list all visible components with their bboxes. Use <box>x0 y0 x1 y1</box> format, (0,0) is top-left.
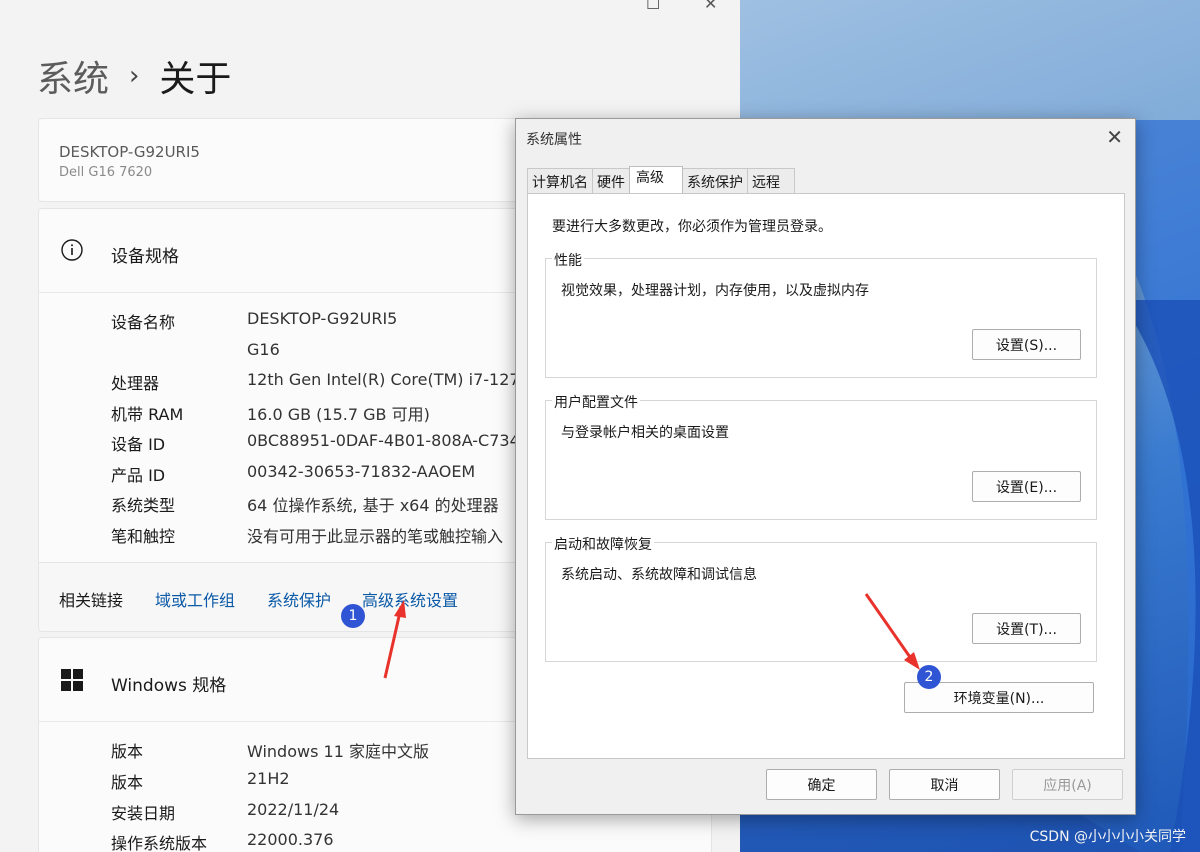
group-description: 视觉效果，处理器计划，内存使用，以及虚拟内存 <box>561 283 869 299</box>
link-domain-workgroup[interactable]: 域或工作组 <box>155 587 235 611</box>
close-icon[interactable]: ✕ <box>704 0 717 13</box>
spec-label: 设备名称 <box>111 313 176 332</box>
link-system-protection[interactable]: 系统保护 <box>267 587 331 611</box>
spec-label: 产品 ID <box>111 466 166 485</box>
annotation-badge-1: 1 <box>341 604 365 628</box>
spec-label: 版本 <box>111 773 144 792</box>
spec-label: 设备 ID <box>111 435 166 454</box>
tab-hardware[interactable]: 硬件 <box>592 168 630 193</box>
user-profiles-settings-button[interactable]: 设置(E)... <box>972 471 1081 502</box>
spec-value: G16 <box>247 340 280 359</box>
device-specs-title: 设备规格 <box>111 247 179 267</box>
user-profiles-group: 用户配置文件 与登录帐户相关的桌面设置 设置(E)... <box>545 392 1097 520</box>
spec-label: 笔和触控 <box>111 527 176 546</box>
spec-value: 没有可用于此显示器的笔或触控输入 <box>247 527 504 546</box>
close-icon[interactable]: ✕ <box>1106 125 1123 149</box>
breadcrumb-separator: › <box>129 61 140 91</box>
annotation-badge-2: 2 <box>917 665 941 689</box>
tab-computer-name[interactable]: 计算机名 <box>527 168 593 193</box>
spec-label: 处理器 <box>111 374 160 393</box>
related-links-label: 相关链接 <box>59 591 124 610</box>
breadcrumb: 系统 › 关于 <box>37 50 231 102</box>
maximize-icon[interactable]: ☐ <box>646 0 660 13</box>
link-advanced-system-settings[interactable]: 高级系统设置 <box>362 587 458 611</box>
page-title: 关于 <box>159 59 232 100</box>
spec-label: 系统类型 <box>111 496 176 515</box>
spec-value: 21H2 <box>247 769 290 788</box>
breadcrumb-system[interactable]: 系统 <box>37 50 109 102</box>
group-title: 性能 <box>552 250 584 270</box>
device-name: DESKTOP-G92URI5 <box>59 143 200 161</box>
spec-value: DESKTOP-G92URI5 <box>247 309 398 328</box>
spec-label: 操作系统版本 <box>111 834 208 852</box>
spec-label: 安装日期 <box>111 804 176 823</box>
group-description: 系统启动、系统故障和调试信息 <box>561 567 757 583</box>
performance-settings-button[interactable]: 设置(S)... <box>972 329 1081 360</box>
ok-button[interactable]: 确定 <box>766 769 877 800</box>
windows-specs-title: Windows 规格 <box>111 676 227 696</box>
tab-remote[interactable]: 远程 <box>747 168 795 193</box>
system-properties-dialog: 系统属性 ✕ 计算机名 硬件 高级 系统保护 远程 要进行大多数更改，你必须作为… <box>515 118 1136 815</box>
spec-label: 机带 RAM <box>111 405 184 424</box>
spec-value: 16.0 GB (15.7 GB 可用) <box>247 405 430 424</box>
admin-notice: 要进行大多数更改，你必须作为管理员登录。 <box>552 219 832 235</box>
spec-value: 64 位操作系统, 基于 x64 的处理器 <box>247 496 499 515</box>
dialog-title: 系统属性 <box>526 132 582 148</box>
windows-logo-icon <box>61 669 83 695</box>
spec-value: 12th Gen Intel(R) Core(TM) i7-12700 <box>247 370 540 389</box>
tab-advanced[interactable]: 高级 <box>629 166 683 194</box>
info-icon <box>61 239 83 265</box>
apply-button[interactable]: 应用(A) <box>1012 769 1123 800</box>
spec-value: 00342-30653-71832-AAOEM <box>247 462 476 481</box>
performance-group: 性能 视觉效果，处理器计划，内存使用，以及虚拟内存 设置(S)... <box>545 250 1097 378</box>
dialog-tabs: 计算机名 硬件 高级 系统保护 远程 <box>527 166 795 194</box>
group-title: 用户配置文件 <box>552 392 640 412</box>
cancel-button[interactable]: 取消 <box>889 769 1000 800</box>
tab-system-protection[interactable]: 系统保护 <box>682 168 748 193</box>
startup-recovery-settings-button[interactable]: 设置(T)... <box>972 613 1081 644</box>
startup-recovery-group: 启动和故障恢复 系统启动、系统故障和调试信息 设置(T)... <box>545 534 1097 662</box>
spec-label: 版本 <box>111 742 144 761</box>
advanced-tab-panel: 要进行大多数更改，你必须作为管理员登录。 性能 视觉效果，处理器计划，内存使用，… <box>527 193 1125 759</box>
spec-value: Windows 11 家庭中文版 <box>247 742 429 761</box>
spec-value: 22000.376 <box>247 830 334 849</box>
group-description: 与登录帐户相关的桌面设置 <box>561 425 729 441</box>
spec-value: 0BC88951-0DAF-4B01-808A-C73490 <box>247 431 541 450</box>
device-model: Dell G16 7620 <box>59 165 153 180</box>
group-title: 启动和故障恢复 <box>552 534 654 554</box>
watermark: CSDN @小小小小关同学 <box>1029 829 1186 845</box>
spec-value: 2022/11/24 <box>247 800 340 819</box>
